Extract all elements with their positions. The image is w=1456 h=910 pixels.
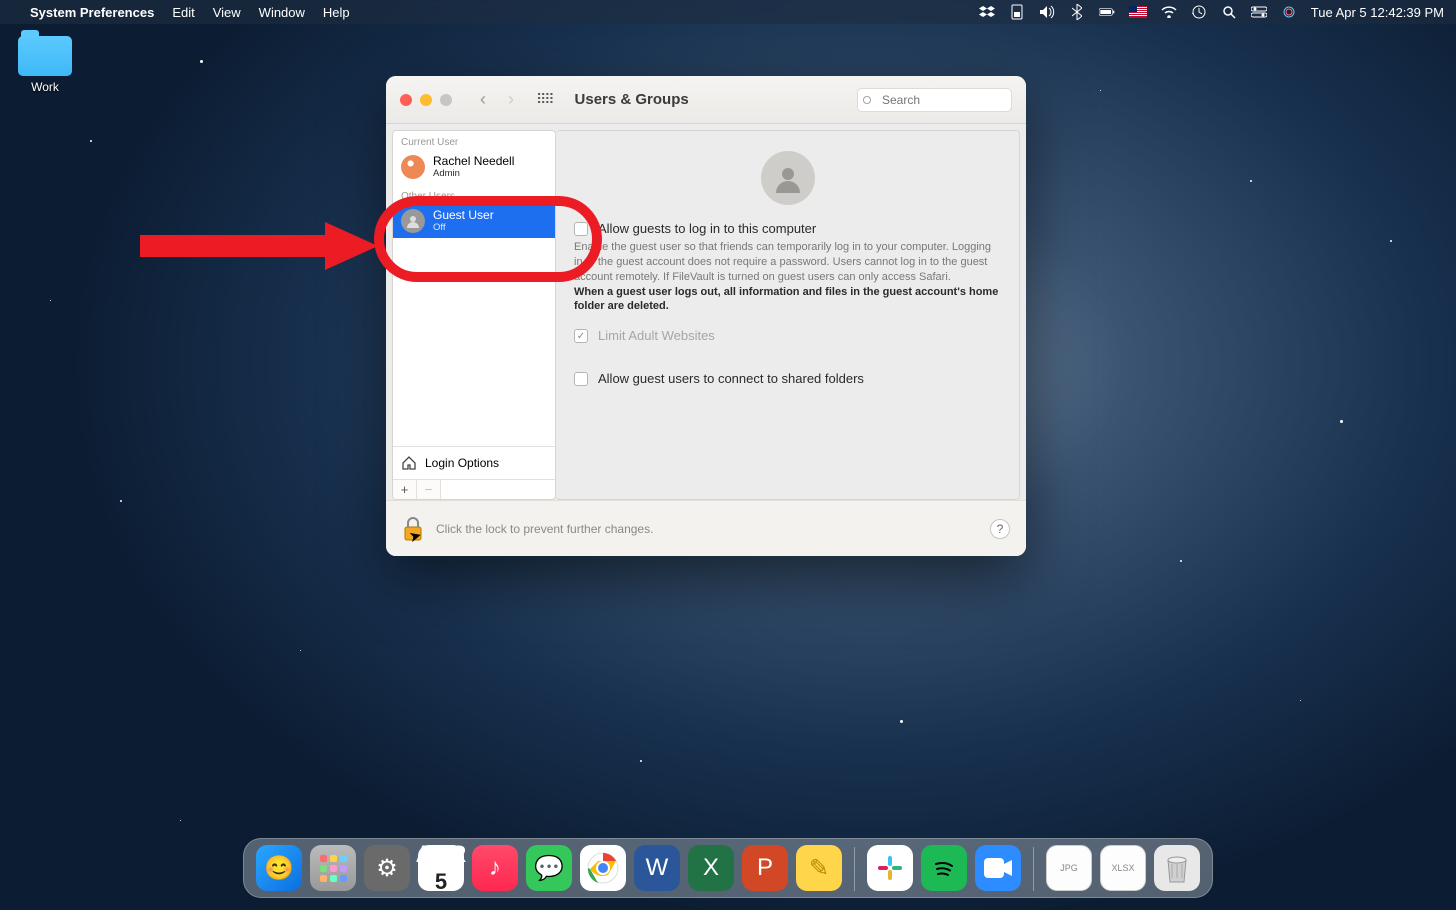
bluetooth-icon[interactable] bbox=[1069, 4, 1085, 20]
dock-file-jpg[interactable]: JPG bbox=[1046, 845, 1092, 891]
allow-guest-desc: Enable the guest user so that friends ca… bbox=[574, 241, 991, 283]
dock: 😊 ⚙ APR5 ♪ 💬 W X P ✎ JPG XLSX bbox=[243, 838, 1213, 898]
allow-guest-desc-bold: When a guest user logs out, all informat… bbox=[574, 286, 998, 313]
star bbox=[120, 500, 122, 502]
window-title: Users & Groups bbox=[575, 91, 689, 108]
wifi-icon[interactable] bbox=[1161, 4, 1177, 20]
star bbox=[1300, 700, 1301, 701]
dock-app-zoom[interactable] bbox=[975, 845, 1021, 891]
back-button[interactable]: ‹ bbox=[474, 89, 492, 110]
section-other-users: Other Users bbox=[393, 185, 555, 204]
dock-app-messages[interactable]: 💬 bbox=[526, 845, 572, 891]
dock-app-excel[interactable]: X bbox=[688, 845, 734, 891]
add-user-button[interactable]: + bbox=[393, 480, 417, 499]
avatar-icon bbox=[401, 155, 425, 179]
dock-app-slack[interactable] bbox=[867, 845, 913, 891]
dock-app-powerpoint[interactable]: P bbox=[742, 845, 788, 891]
users-groups-window: ‹ › ⠿⠿ Users & Groups Current User Rache… bbox=[386, 76, 1026, 556]
star bbox=[1180, 560, 1182, 562]
login-options-row[interactable]: Login Options bbox=[393, 446, 555, 479]
star bbox=[1100, 90, 1101, 91]
siri-icon[interactable] bbox=[1281, 4, 1297, 20]
battery-card-icon[interactable] bbox=[1009, 4, 1025, 20]
star bbox=[50, 300, 51, 301]
dock-file-xlsx[interactable]: XLSX bbox=[1100, 845, 1146, 891]
control-center-icon[interactable] bbox=[1251, 4, 1267, 20]
star bbox=[200, 60, 203, 63]
window-titlebar[interactable]: ‹ › ⠿⠿ Users & Groups bbox=[386, 76, 1026, 124]
minimize-button[interactable] bbox=[420, 94, 432, 106]
dock-app-launchpad[interactable] bbox=[310, 845, 356, 891]
star bbox=[1250, 180, 1252, 182]
calendar-day: 5 bbox=[435, 869, 447, 895]
guest-user-status: Off bbox=[433, 223, 494, 234]
star bbox=[1390, 240, 1392, 242]
battery-icon[interactable] bbox=[1099, 4, 1115, 20]
star bbox=[180, 820, 181, 821]
forward-button: › bbox=[502, 89, 520, 110]
zoom-button[interactable] bbox=[440, 94, 452, 106]
menubar-clock[interactable]: Tue Apr 5 12:42:39 PM bbox=[1311, 5, 1444, 20]
window-footer: Click the lock to prevent further change… bbox=[386, 500, 1026, 556]
current-user-role: Admin bbox=[433, 169, 514, 180]
time-machine-icon[interactable] bbox=[1191, 4, 1207, 20]
guest-user-name: Guest User bbox=[433, 209, 494, 223]
flag-us-icon[interactable] bbox=[1129, 4, 1147, 20]
volume-icon[interactable] bbox=[1039, 4, 1055, 20]
dock-app-spotify[interactable] bbox=[921, 845, 967, 891]
dock-separator bbox=[1033, 847, 1034, 891]
home-icon bbox=[401, 455, 417, 471]
app-menu[interactable]: System Preferences bbox=[30, 5, 154, 20]
dock-app-notes[interactable]: ✎ bbox=[796, 845, 842, 891]
star bbox=[300, 650, 301, 651]
menu-help[interactable]: Help bbox=[323, 5, 350, 20]
menu-window[interactable]: Window bbox=[259, 5, 305, 20]
dock-app-chrome[interactable] bbox=[580, 845, 626, 891]
dock-app-word[interactable]: W bbox=[634, 845, 680, 891]
desktop-folder-label: Work bbox=[14, 80, 76, 94]
dock-separator bbox=[854, 847, 855, 891]
shared-folders-label: Allow guest users to connect to shared f… bbox=[598, 371, 864, 386]
current-user-name: Rachel Needell bbox=[433, 155, 514, 169]
dropbox-icon[interactable] bbox=[979, 4, 995, 20]
allow-guest-login-label: Allow guests to log in to this computer bbox=[598, 221, 816, 236]
login-options-label: Login Options bbox=[425, 456, 499, 470]
menubar: System Preferences Edit View Window Help… bbox=[0, 0, 1456, 24]
section-current-user: Current User bbox=[393, 131, 555, 150]
dock-app-music[interactable]: ♪ bbox=[472, 845, 518, 891]
limit-adult-label: Limit Adult Websites bbox=[598, 328, 715, 343]
star bbox=[900, 720, 903, 723]
menu-view[interactable]: View bbox=[213, 5, 241, 20]
annotation-arrow bbox=[130, 216, 380, 276]
guest-user-row[interactable]: Guest User Off bbox=[393, 204, 555, 239]
limit-adult-checkbox: ✓ bbox=[574, 329, 588, 343]
show-all-button[interactable]: ⠿⠿ bbox=[530, 91, 559, 108]
guest-avatar-large[interactable] bbox=[761, 151, 815, 205]
folder-icon bbox=[18, 36, 72, 76]
star bbox=[640, 760, 642, 762]
menu-edit[interactable]: Edit bbox=[172, 5, 194, 20]
dock-trash[interactable] bbox=[1154, 845, 1200, 891]
dock-app-calendar[interactable]: APR5 bbox=[418, 845, 464, 891]
search-input[interactable] bbox=[857, 88, 1012, 112]
lock-hint-text: Click the lock to prevent further change… bbox=[436, 522, 653, 536]
dock-app-system-preferences[interactable]: ⚙ bbox=[364, 845, 410, 891]
shared-folders-checkbox[interactable] bbox=[574, 372, 588, 386]
users-sidebar: Current User Rachel Needell Admin Other … bbox=[392, 130, 556, 500]
help-button[interactable]: ? bbox=[990, 519, 1010, 539]
star bbox=[1340, 420, 1343, 423]
spotlight-icon[interactable] bbox=[1221, 4, 1237, 20]
remove-user-button[interactable]: − bbox=[417, 480, 441, 499]
dock-app-finder[interactable]: 😊 bbox=[256, 845, 302, 891]
allow-guest-login-checkbox[interactable] bbox=[574, 222, 588, 236]
guest-user-settings-panel: Allow guests to log in to this computer … bbox=[556, 130, 1020, 500]
desktop-folder-work[interactable]: Work bbox=[14, 36, 76, 94]
star bbox=[90, 140, 92, 142]
calendar-month: APR bbox=[416, 841, 467, 869]
avatar-icon bbox=[401, 209, 425, 233]
close-button[interactable] bbox=[400, 94, 412, 106]
current-user-row[interactable]: Rachel Needell Admin bbox=[393, 150, 555, 185]
